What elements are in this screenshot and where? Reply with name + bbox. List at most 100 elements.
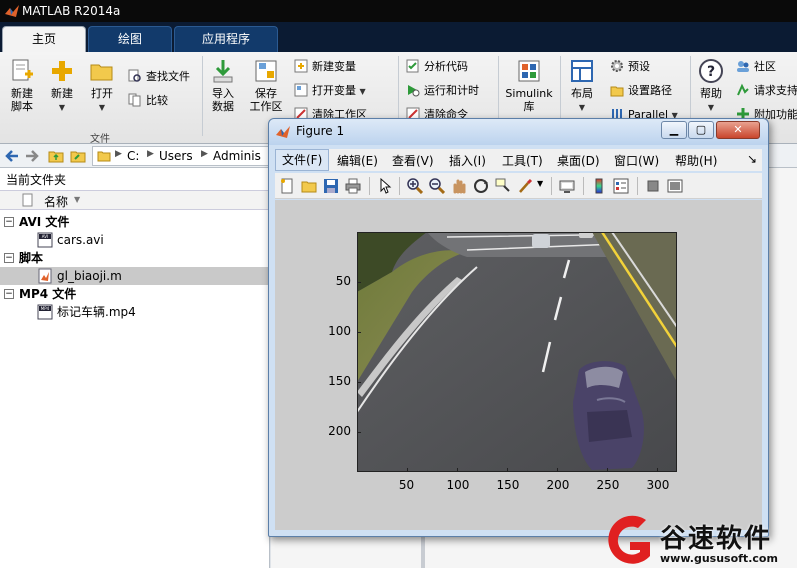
save-workspace-icon xyxy=(255,60,277,82)
group-row[interactable]: − MP4 文件 xyxy=(0,285,270,303)
open-button[interactable]: 打开 ▼ xyxy=(86,58,118,114)
save-icon[interactable] xyxy=(323,178,339,194)
menu-overflow-icon[interactable]: ↘ xyxy=(747,152,757,166)
menu-help[interactable]: 帮助(H) xyxy=(675,152,717,169)
app-title-bar: MATLAB R2014a xyxy=(0,0,797,22)
community-button[interactable]: 社区 xyxy=(736,58,776,76)
new-figure-icon[interactable] xyxy=(279,178,295,194)
set-path-icon xyxy=(610,86,624,97)
maximize-button[interactable]: ▢ xyxy=(688,121,714,139)
data-cursor-icon[interactable] xyxy=(495,178,511,194)
open-icon[interactable] xyxy=(301,178,317,194)
breadcrumb-separator-icon: ▶ xyxy=(147,149,154,159)
browse-folder-icon[interactable] xyxy=(70,148,86,164)
matlab-logo-icon xyxy=(5,5,19,17)
file-row[interactable]: gl_biaoji.m xyxy=(0,267,270,285)
zoom-in-icon[interactable] xyxy=(407,178,423,194)
breadcrumb-drive[interactable]: C: xyxy=(127,149,139,163)
show-plot-tools-icon[interactable] xyxy=(667,178,683,194)
file-name: gl_biaoji.m xyxy=(57,269,122,283)
help-dropdown-caret-icon[interactable]: ▼ xyxy=(708,103,714,112)
collapse-toggle-icon[interactable]: − xyxy=(4,289,14,299)
menu-file[interactable]: 文件(F) xyxy=(275,149,330,171)
ribbon-separator xyxy=(202,56,203,136)
watermark-url: www.gususoft.com xyxy=(660,552,778,565)
open-variable-caret-icon[interactable]: ▼ xyxy=(360,87,366,96)
new-dropdown-caret-icon[interactable]: ▼ xyxy=(59,103,65,112)
menu-tools[interactable]: 工具(T) xyxy=(502,152,543,169)
forward-arrow-icon[interactable] xyxy=(24,148,40,164)
new-script-button[interactable]: 新建 脚本 xyxy=(4,58,40,113)
compare-button[interactable]: 比较 xyxy=(128,92,168,110)
pointer-icon[interactable] xyxy=(377,178,393,194)
run-and-time-button[interactable]: 运行和计时 xyxy=(406,82,479,100)
preferences-button[interactable]: 预设 xyxy=(610,58,650,76)
analyze-code-button[interactable]: 分析代码 xyxy=(406,58,468,76)
open-variable-label: 打开变量 xyxy=(312,84,356,97)
menu-insert[interactable]: 插入(I) xyxy=(449,152,486,169)
set-path-button[interactable]: 设置路径 xyxy=(610,82,672,100)
collapse-toggle-icon[interactable]: − xyxy=(4,253,14,263)
group-label: MP4 文件 xyxy=(19,287,77,301)
colorbar-icon[interactable] xyxy=(591,178,607,194)
help-icon: ? xyxy=(699,59,723,83)
file-row[interactable]: AVI cars.avi xyxy=(0,231,270,249)
name-column-header[interactable]: 名称 xyxy=(44,193,68,210)
menu-edit[interactable]: 编辑(E) xyxy=(337,152,378,169)
close-button[interactable]: ✕ xyxy=(716,121,760,139)
figure-title-bar[interactable]: Figure 1 ▁ ▢ ✕ xyxy=(269,119,768,145)
request-support-button[interactable]: 请求支持 xyxy=(736,82,797,100)
new-script-icon xyxy=(12,59,33,81)
new-variable-button[interactable]: 新建变量 xyxy=(294,58,356,76)
print-icon[interactable] xyxy=(345,178,361,194)
sort-caret-icon[interactable]: ▼ xyxy=(74,195,80,204)
group-row[interactable]: − AVI 文件 xyxy=(0,213,270,231)
minimize-button[interactable]: ▁ xyxy=(661,121,687,139)
tab-home[interactable]: 主页 xyxy=(2,26,86,52)
new-label: 新建 xyxy=(51,87,73,100)
help-button[interactable]: ? 帮助 ▼ xyxy=(694,58,728,114)
menu-desktop[interactable]: 桌面(D) xyxy=(557,152,600,169)
rotate-3d-icon[interactable] xyxy=(473,178,489,194)
import-data-button[interactable]: 导入 数据 xyxy=(206,58,240,113)
menu-window[interactable]: 窗口(W) xyxy=(614,152,659,169)
tab-apps[interactable]: 应用程序 xyxy=(174,26,278,52)
file-list-header[interactable]: 名称 ▼ xyxy=(0,190,270,210)
breadcrumb-admin[interactable]: Adminis xyxy=(213,149,261,163)
x-tick-label: 250 xyxy=(596,478,620,492)
figure-canvas[interactable]: 50 100 150 200 250 300 50 100 150 200 xyxy=(275,200,762,530)
legend-icon[interactable] xyxy=(613,178,629,194)
x-tick-mark xyxy=(606,468,608,472)
collapse-toggle-icon[interactable]: − xyxy=(4,217,14,227)
figure-title: Figure 1 xyxy=(296,124,345,138)
folder-open-icon xyxy=(90,64,113,81)
layout-button[interactable]: 布局 ▼ xyxy=(566,58,598,114)
back-arrow-icon[interactable] xyxy=(4,148,20,164)
zoom-out-icon[interactable] xyxy=(429,178,445,194)
file-row[interactable]: MP4 标记车辆.mp4 xyxy=(0,303,270,321)
path-field[interactable]: ▶ C: ▶ Users ▶ Adminis xyxy=(92,146,270,166)
tab-plots[interactable]: 绘图 xyxy=(88,26,172,52)
simulink-label: Simulink 库 xyxy=(505,87,553,113)
save-workspace-button[interactable]: 保存 工作区 xyxy=(246,58,286,113)
open-dropdown-caret-icon[interactable]: ▼ xyxy=(99,103,105,112)
open-variable-button[interactable]: 打开变量 ▼ xyxy=(294,82,366,100)
brush-icon[interactable] xyxy=(517,178,533,194)
layout-icon xyxy=(571,60,593,82)
find-files-button[interactable]: 查找文件 xyxy=(128,68,190,86)
group-row[interactable]: − 脚本 xyxy=(0,249,270,267)
find-files-label: 查找文件 xyxy=(146,70,190,83)
svg-text:MP4: MP4 xyxy=(41,306,50,311)
brush-dropdown-caret-icon[interactable]: ▼ xyxy=(537,179,543,188)
layout-dropdown-caret-icon[interactable]: ▼ xyxy=(579,103,585,112)
pan-icon[interactable] xyxy=(451,178,467,194)
simulink-library-button[interactable]: Simulink 库 xyxy=(504,58,554,113)
new-button[interactable]: 新建 ▼ xyxy=(46,58,78,114)
up-folder-icon[interactable] xyxy=(48,148,64,164)
figure-menu-bar: 文件(F) 编辑(E) 查看(V) 插入(I) 工具(T) 桌面(D) 窗口(W… xyxy=(275,149,762,171)
hide-plot-tools-icon[interactable] xyxy=(645,178,661,194)
menu-view[interactable]: 查看(V) xyxy=(392,152,434,169)
file-group-label: 文件 xyxy=(90,134,110,145)
link-plot-icon[interactable] xyxy=(559,178,575,194)
breadcrumb-users[interactable]: Users xyxy=(159,149,193,163)
